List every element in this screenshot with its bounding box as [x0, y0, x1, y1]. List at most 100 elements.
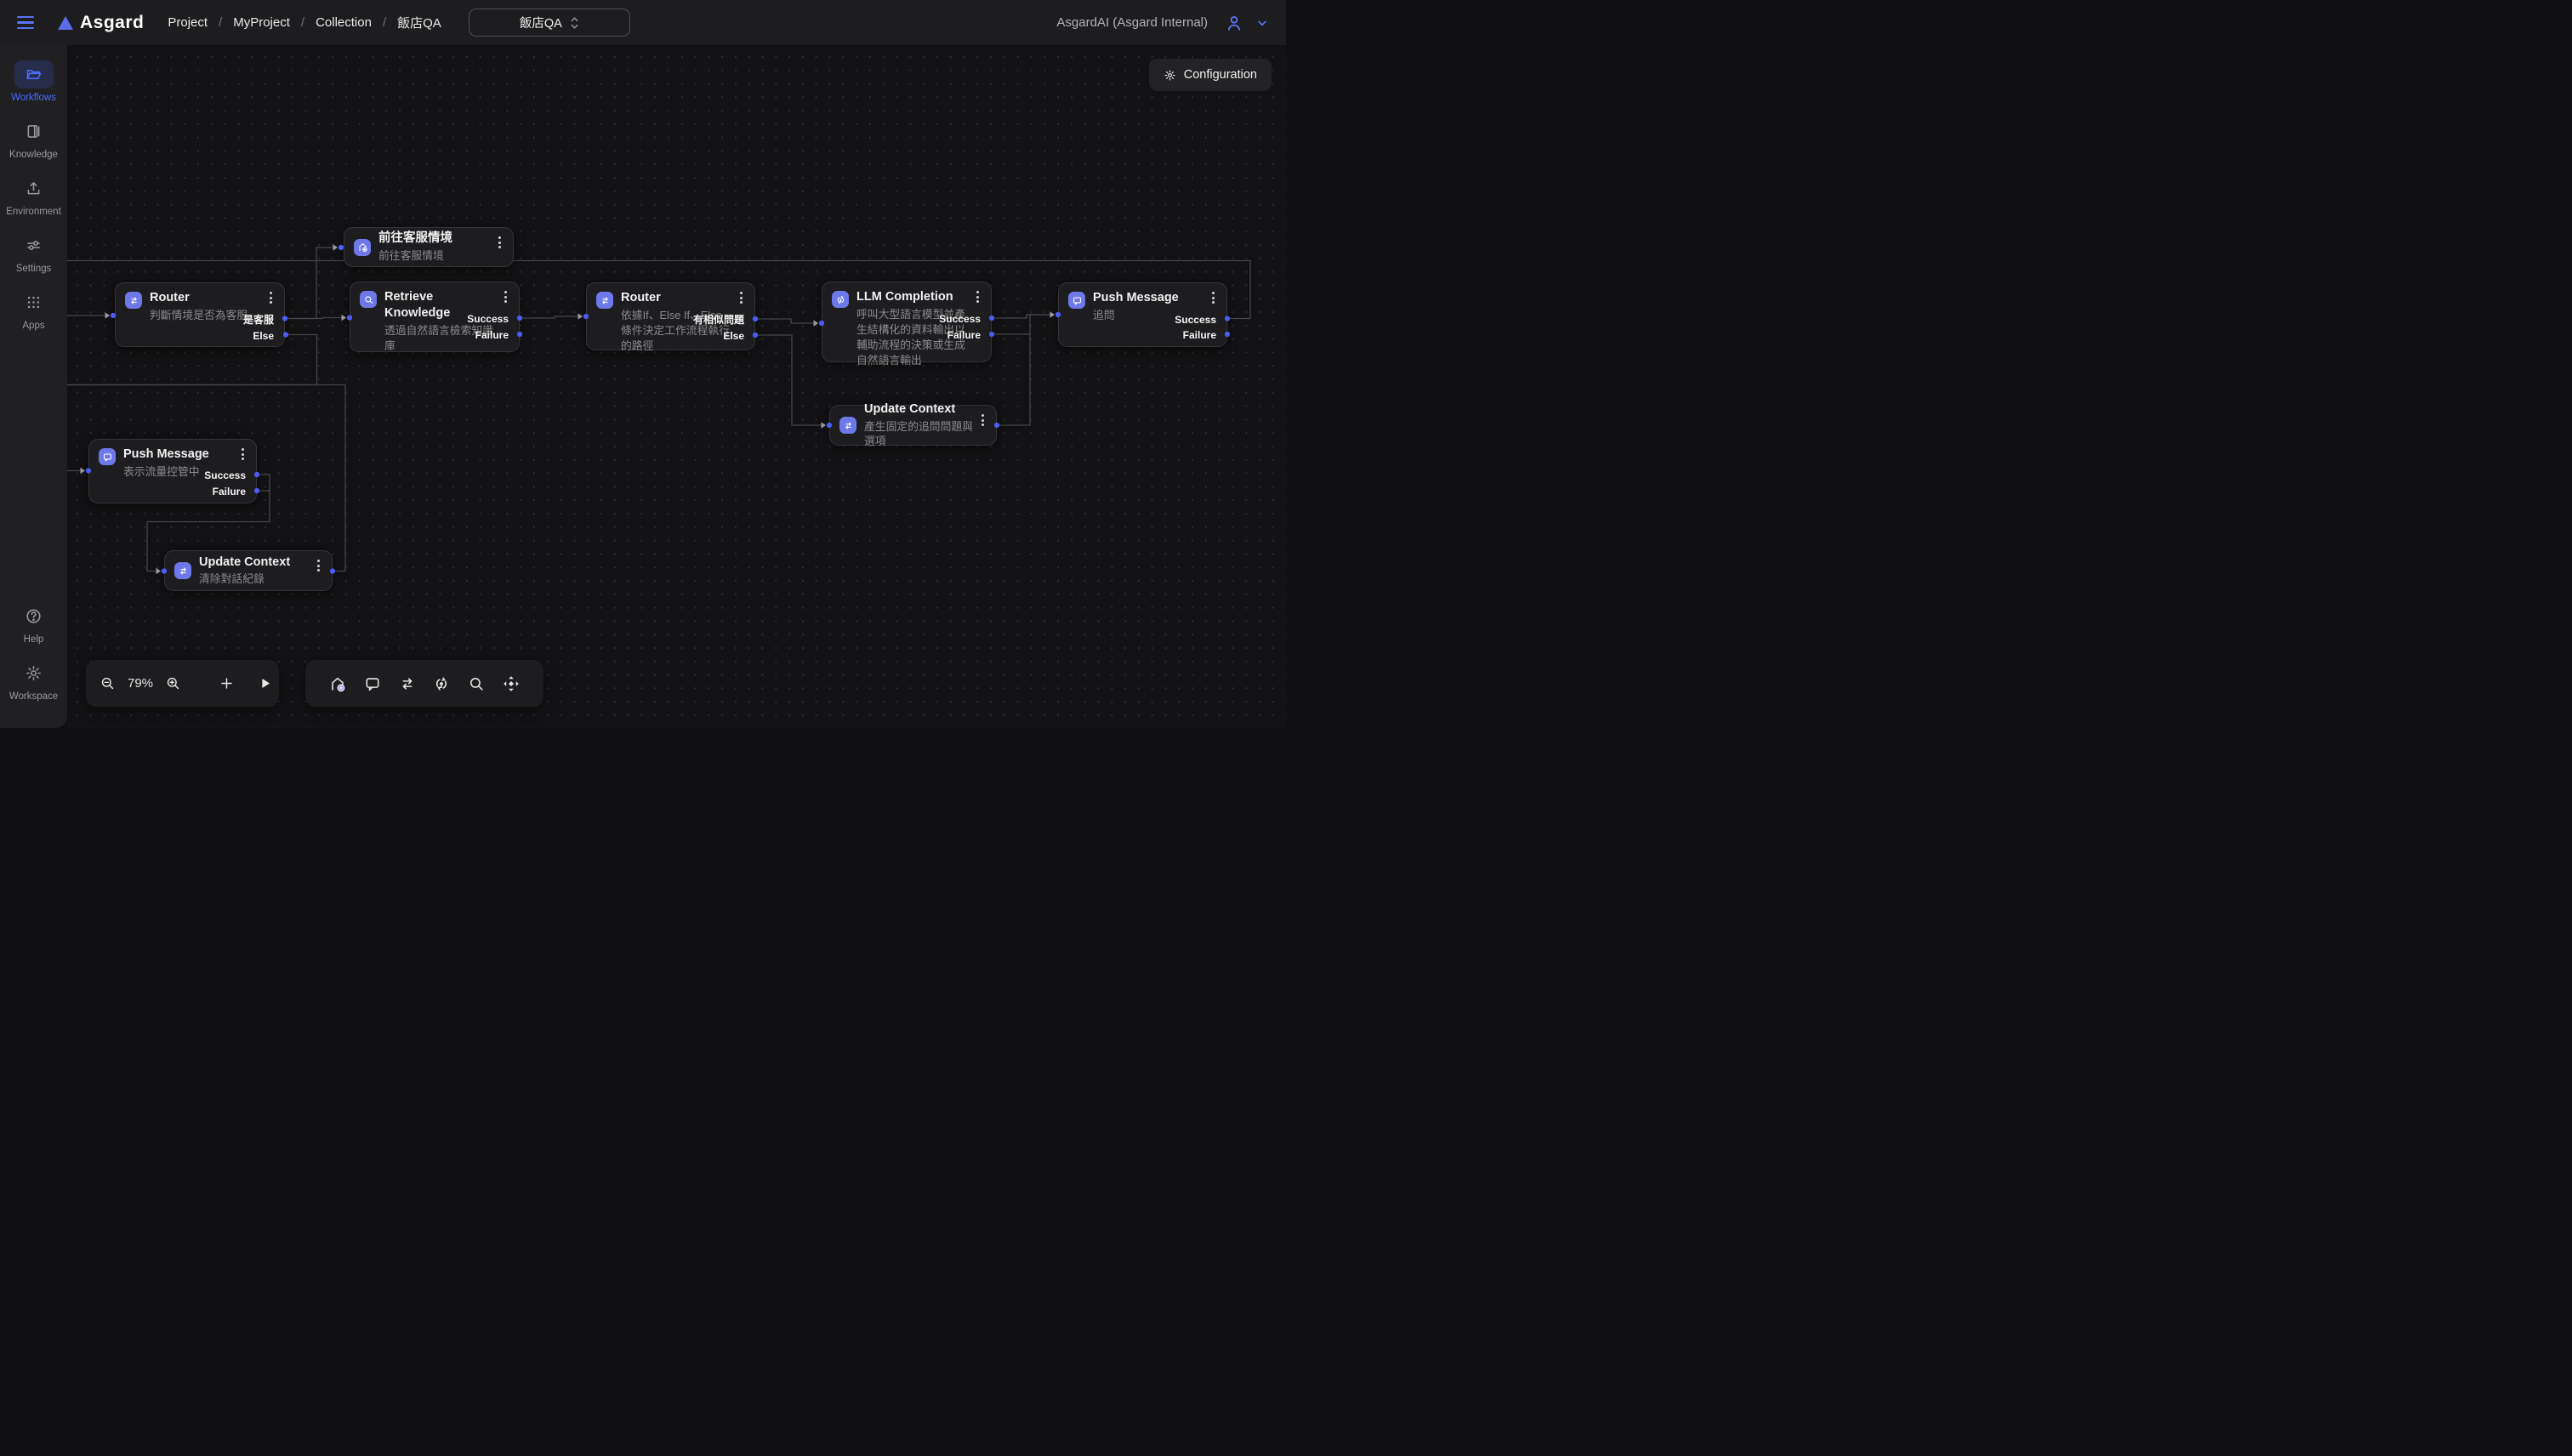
gear-icon — [1164, 69, 1176, 82]
house-plus-icon — [354, 239, 371, 256]
play-icon — [257, 675, 273, 691]
logo-text: Asgard — [80, 13, 144, 33]
node-title: Update Context — [199, 555, 290, 569]
sidebar-item-apps[interactable]: Apps — [3, 288, 65, 331]
sidebar-item-environment[interactable]: Environment — [3, 174, 65, 217]
house-plus-icon — [328, 674, 347, 693]
node-menu-button[interactable] — [976, 413, 988, 427]
workflow-edge — [755, 319, 815, 323]
node-menu-button[interactable] — [971, 290, 983, 304]
zoom-panel: 79% — [86, 660, 279, 707]
run-button[interactable] — [257, 675, 273, 691]
configuration-button[interactable]: Configuration — [1149, 59, 1272, 91]
logo[interactable]: Asgard — [58, 13, 144, 33]
toolbar-move-button[interactable] — [502, 674, 521, 693]
folder-icon — [25, 65, 43, 83]
output-port-label: Success — [1175, 313, 1216, 327]
help-circle-icon — [25, 607, 43, 625]
output-port-label: Failure — [947, 328, 981, 342]
chat-bubble-icon — [1068, 292, 1085, 309]
node-menu-button[interactable] — [1207, 291, 1219, 304]
node-menu-button[interactable] — [265, 291, 276, 304]
plus-icon — [219, 675, 235, 691]
output-port-label: 有相似問題 — [693, 313, 744, 327]
user-icon[interactable] — [1225, 14, 1243, 32]
chevron-down-icon[interactable] — [1255, 16, 1269, 30]
chat-bubble-icon — [99, 448, 116, 465]
workflow-node-push-flow[interactable]: Push Message表示流量控管中SuccessFailure — [88, 439, 257, 503]
breadcrumb-project[interactable]: Project — [168, 15, 208, 30]
breadcrumb-workflow[interactable]: 飯店QA — [397, 14, 441, 31]
swap-arrows-icon — [398, 674, 417, 693]
llm-bulb-icon — [432, 674, 451, 693]
upload-icon — [25, 179, 43, 197]
zoom-in-icon — [165, 675, 181, 691]
sidebar-item-workflows[interactable]: Workflows — [3, 60, 65, 103]
gear-icon — [25, 664, 43, 682]
toolbar-llm-completion-button[interactable] — [432, 674, 451, 693]
workflow-node-router1[interactable]: Router判斷情境是否為客服是客服Else — [115, 282, 285, 347]
zoom-in-button[interactable] — [165, 675, 181, 691]
output-port-label: 是客服 — [243, 313, 274, 327]
node-menu-button[interactable] — [735, 291, 747, 304]
node-title: Push Message — [123, 447, 209, 461]
output-port-label: Failure — [475, 328, 509, 342]
zoom-level: 79% — [126, 676, 155, 691]
workflow-node-push-ask[interactable]: Push Message追問SuccessFailure — [1058, 282, 1227, 347]
toolbar-add-scenario-button[interactable] — [328, 674, 347, 693]
workflow-edge — [755, 335, 822, 425]
breadcrumb-collection[interactable]: Collection — [316, 15, 372, 30]
move-icon — [502, 674, 521, 693]
node-title: Router — [621, 291, 661, 304]
swap-arrows-icon — [596, 292, 613, 309]
toolbar-retrieve-knowledge-button[interactable] — [467, 674, 486, 693]
search-icon — [360, 291, 377, 308]
hamburger-menu-button[interactable] — [14, 12, 39, 34]
edge-layer — [67, 45, 1286, 728]
node-subtitle: 產生固定的追問問題與選項 — [864, 419, 975, 450]
zoom-out-button[interactable] — [100, 675, 116, 691]
workflow-node-uc-fixed[interactable]: Update Context產生固定的追問問題與選項 — [829, 405, 997, 446]
sidebar-item-settings[interactable]: Settings — [3, 231, 65, 274]
workflow-edge — [520, 316, 579, 318]
node-subtitle: 清除對話紀錄 — [199, 572, 310, 587]
workflow-node-router2[interactable]: Router依據If、Else If、Else 條件決定工作流程執行的路徑有相似… — [586, 282, 755, 350]
swap-arrows-icon — [125, 292, 142, 309]
sidebar-item-help[interactable]: Help — [3, 602, 65, 645]
output-port-label: Success — [467, 312, 509, 326]
node-title: Push Message — [1093, 291, 1179, 304]
workflow-canvas[interactable]: Configuration 79% 前往客服情境前往客服情境Router判斷情境… — [67, 45, 1286, 728]
sidebar: Workflows Knowledge Environment Settings App… — [0, 45, 67, 728]
breadcrumb-myproject[interactable]: MyProject — [233, 15, 290, 30]
node-menu-button[interactable] — [493, 236, 505, 249]
workflow-node-retrieve[interactable]: Retrieve Knowledge透過自然語言檢索知識庫SuccessFail… — [350, 282, 520, 352]
add-button[interactable] — [219, 675, 235, 691]
workflow-select[interactable]: 飯店QA — [469, 9, 630, 37]
workflow-node-uc-clear[interactable]: Update Context 清除對話紀錄 — [164, 550, 333, 591]
workflow-node-scenario[interactable]: 前往客服情境前往客服情境 — [344, 227, 514, 267]
node-toolbar — [305, 660, 543, 707]
node-menu-button[interactable] — [499, 290, 511, 304]
book-icon — [25, 122, 43, 140]
sidebar-item-workspace[interactable]: Workspace — [3, 659, 65, 702]
node-menu-button[interactable] — [312, 559, 324, 572]
top-bar: Asgard Project / MyProject / Collection … — [0, 0, 1286, 45]
swap-arrows-icon — [174, 562, 191, 579]
sidebar-item-knowledge[interactable]: Knowledge — [3, 117, 65, 160]
node-menu-button[interactable] — [236, 447, 248, 461]
chat-bubble-icon — [363, 674, 382, 693]
node-title: LLM Completion — [856, 290, 953, 304]
toolbar-router-button[interactable] — [398, 674, 417, 693]
node-title: Router — [150, 291, 190, 304]
toolbar-push-message-button[interactable] — [363, 674, 382, 693]
output-port-label: Else — [253, 329, 274, 343]
output-port-label: Failure — [1183, 328, 1216, 342]
node-title: 前往客服情境 — [378, 231, 452, 245]
output-port-label: Else — [723, 329, 744, 343]
breadcrumb: Project / MyProject / Collection / 飯店QA — [168, 14, 441, 31]
account-label: AsgardAI (Asgard Internal) — [1056, 15, 1208, 30]
llm-bulb-icon — [832, 291, 849, 308]
apps-grid-icon — [25, 293, 43, 311]
node-subtitle: 前往客服情境 — [378, 248, 489, 264]
workflow-node-llm[interactable]: LLM Completion呼叫大型語言模型並產生結構化的資料輸出以輔助流程的決… — [822, 282, 992, 362]
